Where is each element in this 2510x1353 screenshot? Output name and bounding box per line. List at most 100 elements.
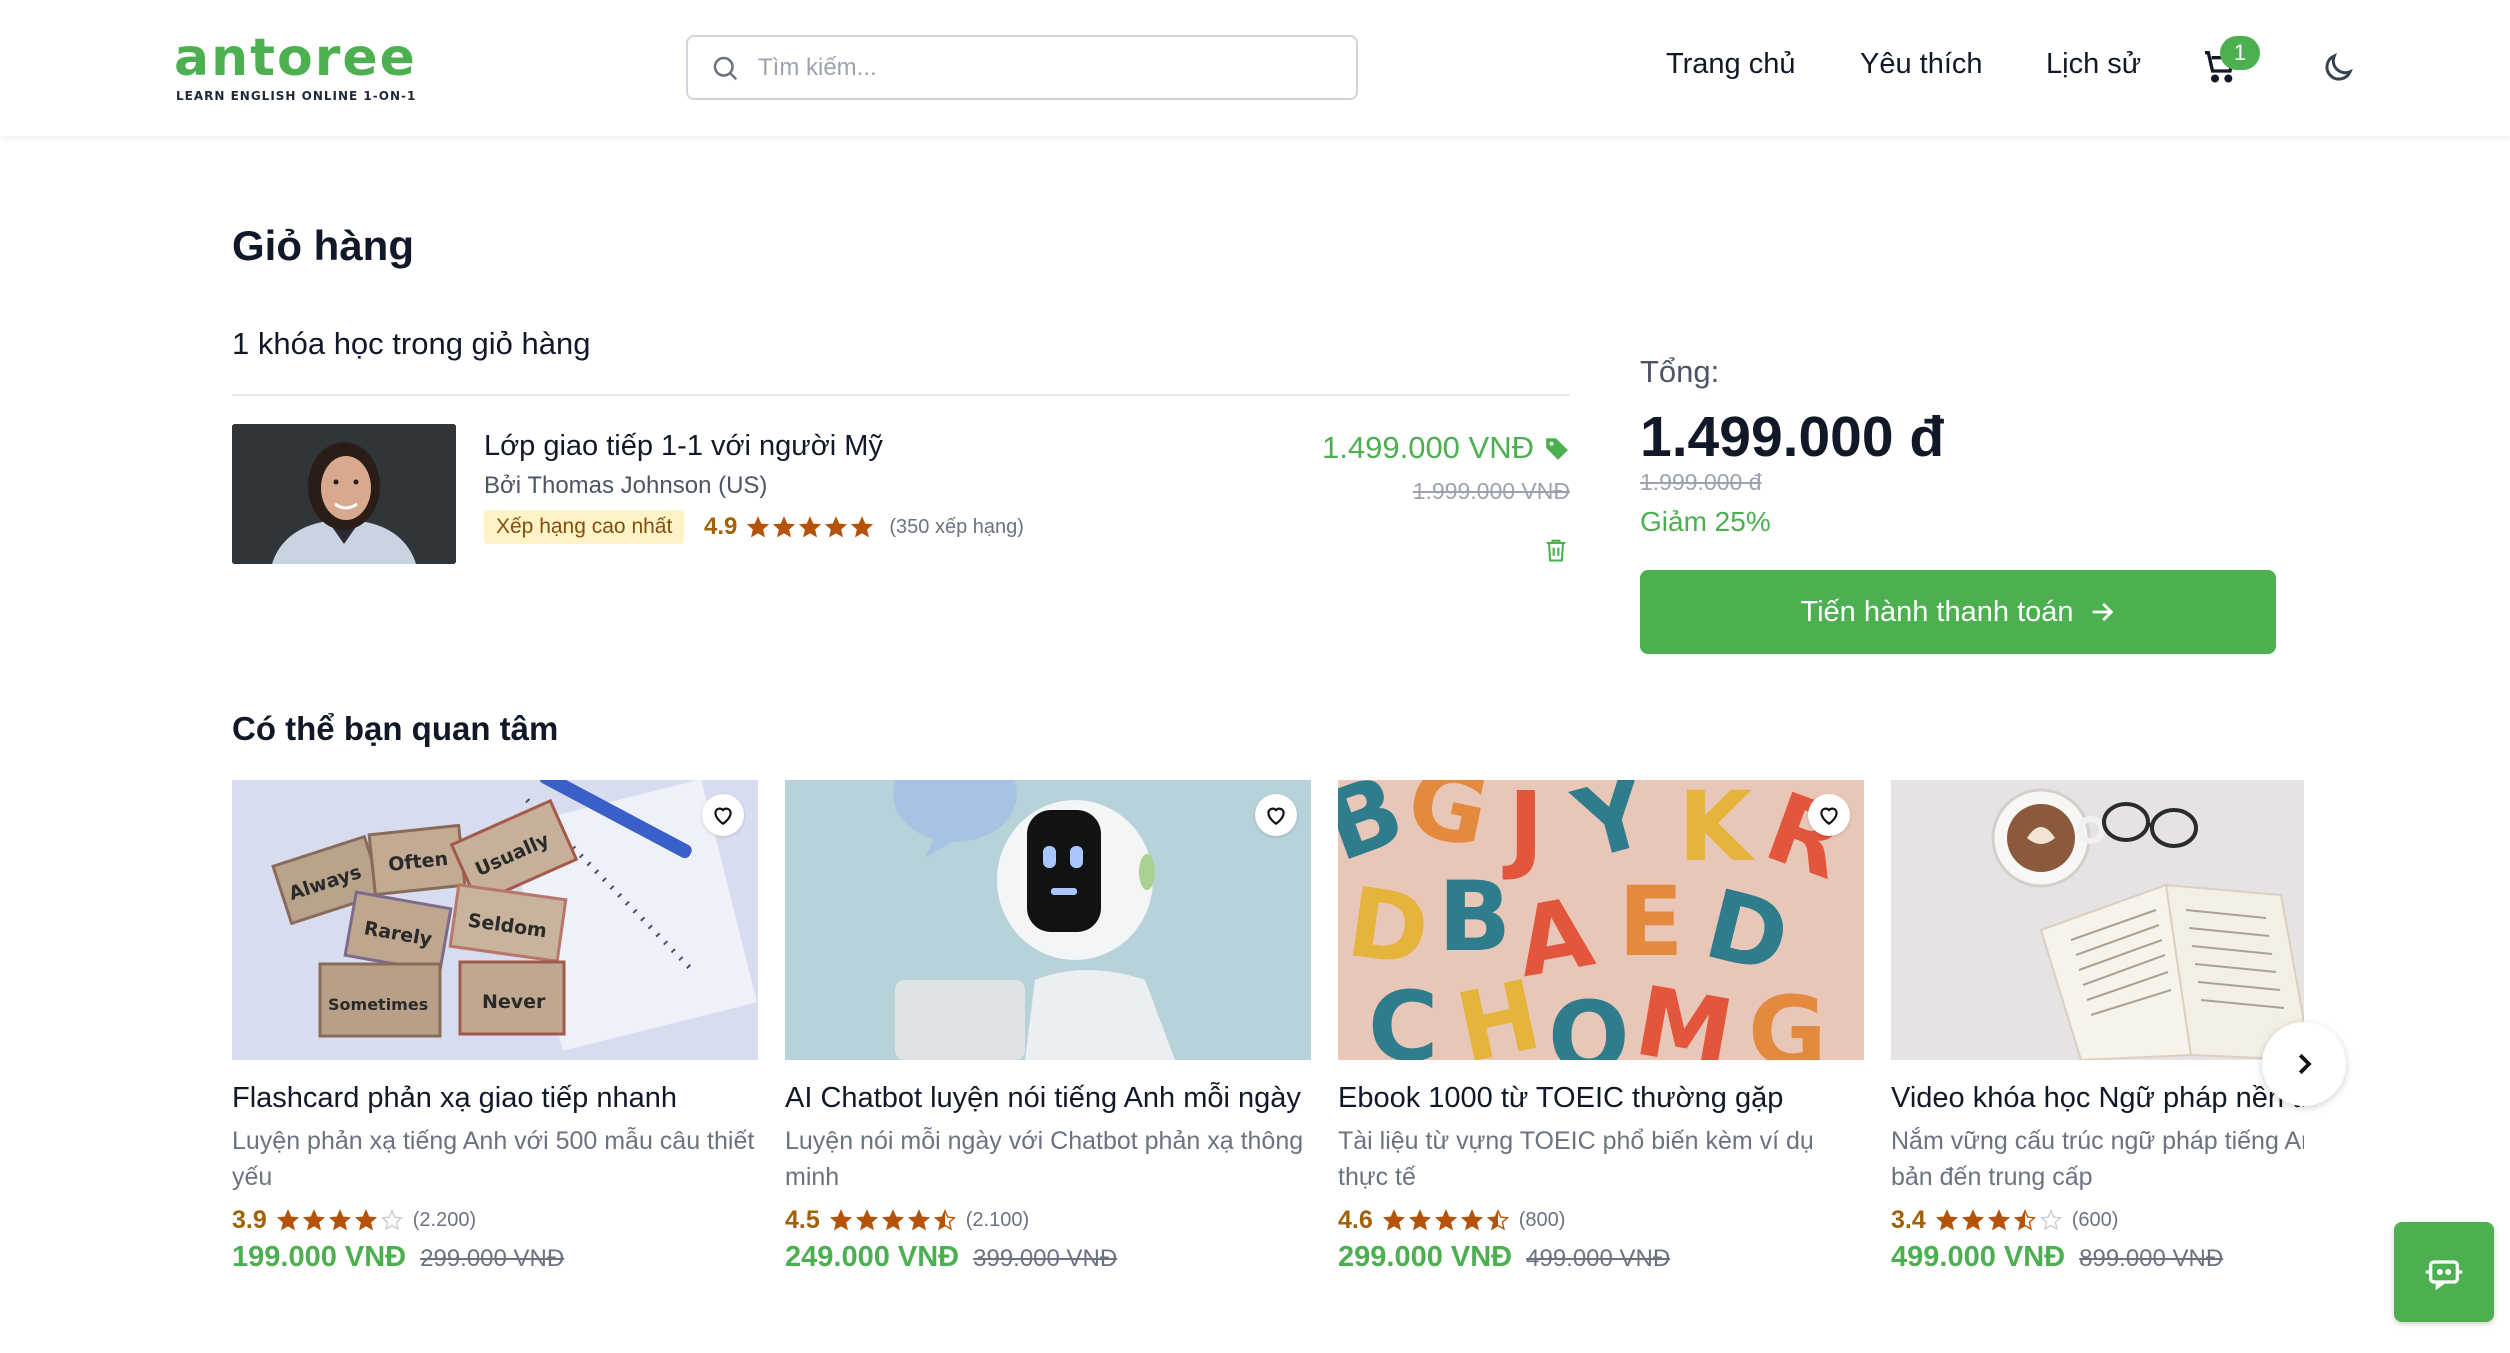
- product-price: 199.000 VNĐ: [232, 1241, 407, 1273]
- star-full-icon: [276, 1209, 299, 1231]
- product-price: 299.000 VNĐ: [1338, 1241, 1513, 1273]
- product-old-price: 399.000 VNĐ: [973, 1245, 1118, 1272]
- rating-count: (600): [2071, 1208, 2119, 1231]
- heart-icon: [1820, 807, 1838, 825]
- rating-stars: [829, 1209, 956, 1231]
- star-empty-icon: [380, 1209, 403, 1231]
- svg-text:C: C: [1368, 971, 1438, 1060]
- star-full-icon: [881, 1209, 904, 1231]
- cart-item-old-price: 1.999.000 VNĐ: [1412, 478, 1570, 504]
- summary-label: Tổng:: [1640, 354, 1720, 389]
- rating-value: 3.9: [232, 1205, 267, 1234]
- product-title[interactable]: AI Chatbot luyện nói tiếng Anh mỗi ngày: [785, 1082, 1311, 1115]
- favorite-button[interactable]: [1255, 794, 1297, 836]
- chatbot-button[interactable]: [2394, 1222, 2494, 1322]
- product-card[interactable]: B G J Y K R D B A E D C H Q M G Ebook 10…: [1338, 780, 1864, 1274]
- product-card[interactable]: AI Chatbot luyện nói tiếng Anh mỗi ngày …: [785, 780, 1311, 1274]
- star-full-icon: [799, 516, 822, 538]
- star-full-icon: [825, 516, 848, 538]
- nav-favorites[interactable]: Yêu thích: [1860, 48, 1983, 81]
- star-full-icon: [851, 516, 874, 538]
- divider: [232, 394, 1570, 396]
- cart-count-label: 1 khóa học trong giỏ hàng: [232, 326, 591, 361]
- star-half-icon: [933, 1209, 956, 1231]
- checkout-button[interactable]: Tiến hành thanh toán: [1640, 570, 2276, 654]
- star-full-icon: [354, 1209, 377, 1231]
- rating-value: 4.6: [1338, 1205, 1373, 1234]
- brand-logo[interactable]: antoree LEARN ENGLISH ONLINE 1-ON-1: [174, 28, 417, 104]
- cart-item-price-row: 1.499.000 VNĐ: [1322, 430, 1570, 466]
- brand-tagline: LEARN ENGLISH ONLINE 1-ON-1: [176, 89, 417, 103]
- svg-text:M: M: [1628, 965, 1742, 1060]
- product-price: 249.000 VNĐ: [785, 1241, 960, 1273]
- star-half-icon: [2013, 1209, 2036, 1231]
- rating-stars: [276, 1209, 403, 1231]
- star-full-icon: [747, 516, 770, 538]
- product-card[interactable]: Video khóa học Ngữ pháp nền tảng Nắm vữn…: [1891, 780, 2304, 1274]
- letters-image: B G J Y K R D B A E D C H Q M G: [1338, 780, 1864, 1060]
- product-title[interactable]: Ebook 1000 từ TOEIC thường gặp: [1338, 1082, 1864, 1115]
- star-full-icon: [1935, 1209, 1958, 1231]
- product-image: Always Often Usually Rarely Seldom Somet…: [232, 780, 758, 1060]
- star-full-icon: [1408, 1209, 1431, 1231]
- recommendations-carousel: Always Often Usually Rarely Seldom Somet…: [232, 780, 2304, 1280]
- product-image: [785, 780, 1311, 1060]
- tag-icon: [1546, 438, 1568, 460]
- product-rating: 4.5 (2.100): [785, 1203, 1311, 1237]
- summary-discount: Giảm 25%: [1640, 506, 1771, 537]
- moon-icon[interactable]: [2320, 50, 2356, 86]
- favorite-button[interactable]: [1808, 794, 1850, 836]
- carousel-next-button[interactable]: [2262, 1022, 2346, 1106]
- svg-text:B: B: [1438, 861, 1511, 973]
- star-full-icon: [855, 1209, 878, 1231]
- product-title[interactable]: Flashcard phản xạ giao tiếp nhanh: [232, 1082, 758, 1115]
- star-half-icon: [1486, 1209, 1509, 1231]
- product-description: Luyện phản xạ tiếng Anh với 500 mẫu câu …: [232, 1127, 755, 1191]
- flashcard-word-sometimes: Sometimes: [328, 995, 428, 1014]
- rating-count: (2.100): [965, 1208, 1030, 1231]
- product-price-row: 499.000 VNĐ 899.000 VNĐ: [1891, 1241, 2304, 1274]
- product-price-row: 249.000 VNĐ 399.000 VNĐ: [785, 1241, 1311, 1274]
- star-empty-icon: [2039, 1209, 2062, 1231]
- cart-item-author: Bởi Thomas Johnson (US): [484, 472, 768, 499]
- book-coffee-image: [1891, 780, 2304, 1060]
- rating-value: 4.5: [785, 1205, 820, 1234]
- svg-text:D: D: [1341, 866, 1435, 988]
- star-full-icon: [1434, 1209, 1457, 1231]
- product-image: B G J Y K R D B A E D C H Q M G: [1338, 780, 1864, 1060]
- star-full-icon: [328, 1209, 351, 1231]
- product-description: Nắm vững cấu trúc ngữ pháp tiếng Anh từ …: [1891, 1127, 2304, 1191]
- heart-icon: [714, 807, 732, 825]
- checkout-label: Tiến hành thanh toán: [1800, 595, 2074, 628]
- top-header: antoree LEARN ENGLISH ONLINE 1-ON-1 Tran…: [0, 0, 2510, 136]
- robot-image: [785, 780, 1311, 1060]
- product-price-row: 299.000 VNĐ 499.000 VNĐ: [1338, 1241, 1864, 1274]
- summary-total: 1.499.000 đ: [1640, 405, 1945, 469]
- star-full-icon: [1961, 1209, 1984, 1231]
- product-price-row: 199.000 VNĐ 299.000 VNĐ: [232, 1241, 758, 1274]
- cart-item-title[interactable]: Lớp giao tiếp 1-1 với người Mỹ: [484, 430, 883, 463]
- star-full-icon: [1460, 1209, 1483, 1231]
- favorite-button[interactable]: [702, 794, 744, 836]
- search-box[interactable]: [686, 35, 1358, 100]
- course-thumbnail[interactable]: [232, 424, 456, 564]
- rating-stars: [1935, 1209, 2062, 1231]
- bestseller-badge: Xếp hạng cao nhất: [484, 510, 685, 544]
- product-description: Tài liệu từ vựng TOEIC phổ biến kèm ví d…: [1338, 1127, 1814, 1191]
- nav-home[interactable]: Trang chủ: [1666, 48, 1796, 81]
- star-full-icon: [829, 1209, 852, 1231]
- product-old-price: 899.000 VNĐ: [2079, 1245, 2224, 1272]
- recommendations-title: Có thể bạn quan tâm: [232, 710, 559, 747]
- heart-icon: [1267, 807, 1285, 825]
- search-input[interactable]: [758, 53, 1318, 82]
- search-icon: [713, 56, 738, 80]
- product-title[interactable]: Video khóa học Ngữ pháp nền tảng: [1891, 1082, 2304, 1115]
- cart-count-badge: 1: [2220, 36, 2260, 70]
- product-card[interactable]: Always Often Usually Rarely Seldom Somet…: [232, 780, 758, 1274]
- product-rating: 3.9 (2.200): [232, 1203, 758, 1237]
- star-full-icon: [1987, 1209, 2010, 1231]
- rating-stars: [1382, 1209, 1509, 1231]
- nav-history[interactable]: Lịch sử: [2046, 48, 2141, 81]
- cart-item-price: 1.499.000 VNĐ: [1322, 430, 1534, 465]
- trash-icon[interactable]: [1542, 536, 1570, 564]
